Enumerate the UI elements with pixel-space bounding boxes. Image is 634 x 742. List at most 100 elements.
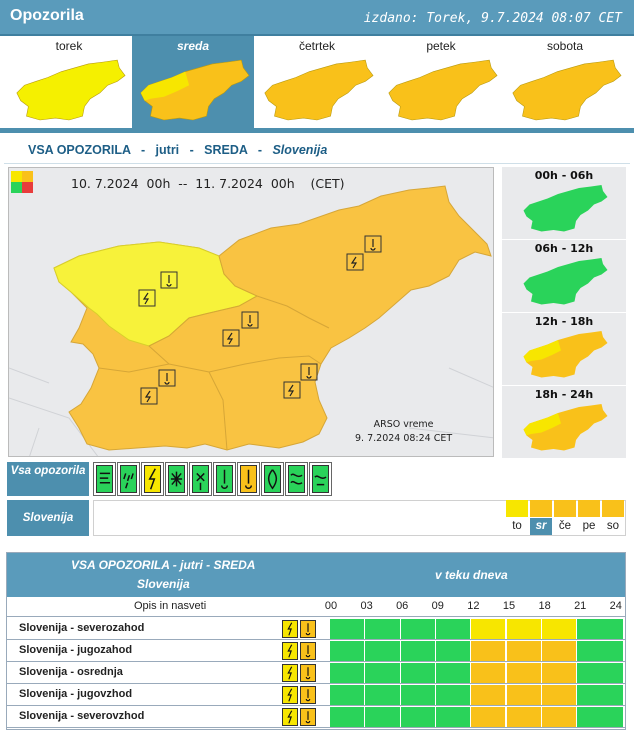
table-row[interactable]: Slovenija - severovzhod	[7, 706, 625, 728]
hour-label: 03	[360, 600, 373, 612]
wind-filter-button[interactable]	[93, 462, 116, 496]
table-row[interactable]: Slovenija - severozahod	[7, 618, 625, 640]
fog-icon	[288, 465, 305, 493]
hour-cell	[365, 663, 401, 683]
hour-cell	[365, 619, 401, 639]
mini-day-color[interactable]	[530, 500, 552, 517]
coastal-filter-button[interactable]	[309, 462, 332, 496]
time-map-2[interactable]: 12h - 18h	[502, 313, 626, 385]
hour-cell	[471, 619, 507, 639]
day-tabs: torek sreda četrtek petek sobota	[0, 36, 634, 130]
day-tab-label: torek	[55, 39, 83, 53]
hour-cell	[330, 685, 366, 705]
region-name: Slovenija - severozahod	[19, 622, 145, 634]
hour-cell	[365, 641, 401, 661]
hour-cell	[577, 707, 625, 727]
hour-cell	[365, 707, 401, 727]
hour-cell	[541, 619, 578, 639]
time-map-0[interactable]: 00h - 06h	[502, 167, 626, 239]
hour-cell	[506, 685, 542, 705]
time-map-1[interactable]: 06h - 12h	[502, 240, 626, 312]
hour-cell	[471, 685, 507, 705]
hour-cell	[541, 641, 578, 661]
day-tab-četrtek[interactable]: četrtek	[256, 36, 378, 128]
issued-timestamp: izdano: Torek, 9.7.2024 08:07 CET	[363, 11, 622, 26]
thunderstorm-marker-icon	[346, 253, 364, 271]
table-region: Slovenija	[137, 577, 190, 591]
thunderstorm-icon	[282, 664, 298, 682]
thunderstorm-marker-icon	[138, 289, 156, 307]
fog-filter-button[interactable]	[285, 462, 308, 496]
thunderstorm-icon	[282, 642, 298, 660]
mini-day-color[interactable]	[554, 500, 576, 517]
mini-day-color[interactable]	[578, 500, 600, 517]
wind-icon	[96, 465, 113, 493]
mini-day-to[interactable]: to	[506, 518, 528, 535]
thunderstorm-marker-icon	[283, 381, 301, 399]
rain-filter-button[interactable]	[117, 462, 140, 496]
thunderstorm-icon	[282, 708, 298, 726]
slovenia-region-map	[9, 185, 493, 456]
hour-cell	[400, 685, 436, 705]
time-map-3[interactable]: 18h - 24h	[502, 386, 626, 458]
day-tab-sobota[interactable]: sobota	[504, 36, 626, 128]
day-tab-petek[interactable]: petek	[380, 36, 502, 128]
time-map-label: 00h - 06h	[534, 169, 594, 182]
hour-cell	[400, 707, 436, 727]
hour-cell	[435, 707, 472, 727]
day-map-thumbnail	[16, 59, 126, 121]
snow-filter-button[interactable]	[165, 462, 188, 496]
mini-day-sr[interactable]: sr	[530, 518, 552, 535]
hour-cell	[435, 641, 472, 661]
thunderstorm-marker-icon	[222, 329, 240, 347]
warnings-table: VSA OPOZORILA - jutri - SREDA Slovenija …	[6, 552, 626, 730]
thunderstorm-filter-button[interactable]	[141, 462, 164, 496]
hour-cell	[400, 641, 436, 661]
time-map-label: 06h - 12h	[534, 242, 594, 255]
thunderstorm-icon	[282, 686, 298, 704]
legend-yellow	[11, 171, 22, 182]
mini-day-so[interactable]: so	[602, 518, 624, 535]
region-name: Slovenija - severovzhod	[19, 710, 145, 722]
hour-label: 21	[574, 600, 587, 612]
region-filter-slovenia[interactable]: Slovenija	[7, 500, 89, 536]
mini-day-pe[interactable]: pe	[578, 518, 600, 535]
mini-day-če[interactable]: če	[554, 518, 576, 535]
description-column-header: Opis in nasveti	[134, 600, 207, 612]
day-tab-label: petek	[426, 39, 456, 53]
section-region: Slovenija	[272, 143, 328, 157]
region-name: Slovenija - jugozahod	[19, 644, 133, 656]
table-row[interactable]: Slovenija - jugozahod	[7, 640, 625, 662]
thunderstorm-icon	[144, 465, 161, 493]
all-warnings-filter[interactable]: Vsa opozorila	[7, 462, 89, 496]
hour-cell	[577, 663, 625, 683]
mini-day-color[interactable]	[602, 500, 624, 517]
day-tab-torek[interactable]: torek	[8, 36, 130, 128]
high-temperature-filter-button[interactable]	[237, 462, 260, 496]
region-name: Slovenija - osrednja	[19, 666, 123, 678]
hour-cell	[577, 641, 625, 661]
table-row[interactable]: Slovenija - jugovzhod	[7, 684, 625, 706]
day-tab-sreda[interactable]: sreda	[132, 36, 254, 128]
fire-filter-button[interactable]	[261, 462, 284, 496]
snow-ice-filter-button[interactable]	[189, 462, 212, 496]
mini-day-color[interactable]	[506, 500, 528, 517]
hour-label: 15	[502, 600, 516, 612]
main-warning-map[interactable]: 10. 7.2024 00h -- 11. 7.2024 00h (CET) A…	[8, 167, 494, 457]
hour-cell	[541, 663, 578, 683]
hour-cell	[330, 663, 366, 683]
fire-icon	[264, 465, 281, 493]
section-title-text: VSA OPOZORILA - jutri - SREDA -	[28, 143, 273, 157]
time-map-label: 12h - 18h	[534, 315, 594, 328]
hour-cell	[506, 641, 542, 661]
table-row[interactable]: Slovenija - osrednja	[7, 662, 625, 684]
low-temperature-filter-button[interactable]	[213, 462, 236, 496]
high-temperature-icon	[300, 664, 316, 682]
high-temperature-icon	[300, 686, 316, 704]
time-map-shape	[523, 404, 608, 451]
high-temperature-icon	[300, 620, 316, 638]
hour-label: 06	[396, 600, 409, 612]
day-map-thumbnail	[140, 59, 250, 121]
hour-label: 24	[609, 600, 622, 612]
hour-cell	[506, 619, 542, 639]
